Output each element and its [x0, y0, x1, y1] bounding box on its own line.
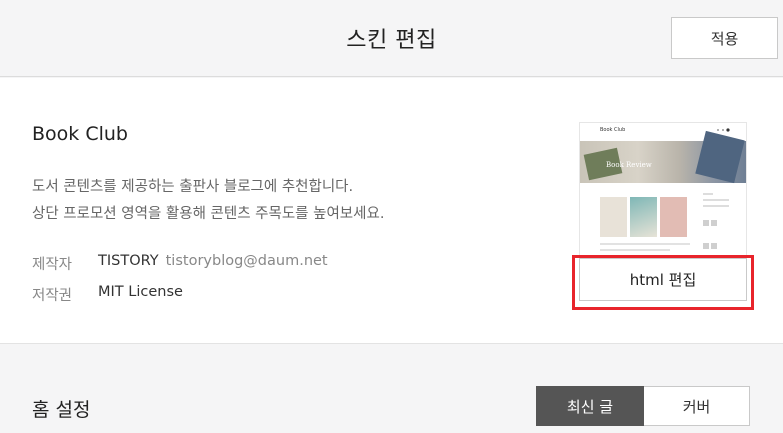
author-row: 제작자 TISTORY tistoryblog@daum.net	[32, 253, 328, 274]
description-line-1: 도서 콘텐츠를 제공하는 출판사 블로그에 추천합니다.	[32, 179, 354, 195]
skin-description: 도서 콘텐츠를 제공하는 출판사 블로그에 추천합니다. 상단 프로모션 영역을…	[32, 174, 384, 228]
sidebar-line	[703, 193, 713, 195]
thumbnail-card	[630, 197, 657, 237]
sidebar-line	[703, 205, 729, 207]
thumbnail-card	[600, 197, 627, 237]
top-bar: 스킨 편집 적용	[0, 0, 783, 77]
description-line-2: 상단 프로모션 영역을 활용해 콘텐츠 주목도를 높여보세요.	[32, 206, 385, 222]
cover-option[interactable]: 커버	[644, 386, 750, 426]
thumbnail-logo: Book Club	[600, 127, 626, 133]
thumbnail-sidebar	[703, 193, 729, 253]
latest-posts-option[interactable]: 최신 글	[536, 386, 644, 426]
author-name: TISTORY	[98, 253, 159, 269]
license-label: 저작권	[32, 288, 73, 304]
page-title: 스킨 편집	[346, 28, 437, 53]
author-label: 제작자	[32, 257, 73, 273]
skin-name: Book Club	[32, 123, 128, 145]
thumbnail-hero-text: Book Review	[606, 161, 652, 169]
html-edit-button[interactable]: html 편집	[579, 258, 747, 301]
home-mode-toggle: 최신 글 커버	[536, 386, 750, 426]
thumbnail-text-line	[600, 243, 690, 245]
thumbnail-cards	[600, 197, 687, 237]
thumbnail-card	[660, 197, 687, 237]
license-row: 저작권 MIT License	[32, 284, 183, 305]
license-value: MIT License	[98, 284, 183, 300]
author-email: tistoryblog@daum.net	[165, 253, 328, 269]
sidebar-thumb	[703, 220, 709, 226]
thumbnail-menu-icon	[717, 128, 730, 132]
skin-info-panel: Book Club 도서 콘텐츠를 제공하는 출판사 블로그에 추천합니다. 상…	[0, 78, 783, 344]
sidebar-thumb	[711, 220, 717, 226]
thumbnail-text-line	[600, 249, 670, 251]
apply-button[interactable]: 적용	[671, 17, 778, 59]
sidebar-line	[703, 199, 729, 201]
thumbnail-hero: Book Review	[580, 130, 746, 184]
sidebar-thumb	[703, 243, 709, 249]
home-settings-title: 홈 설정	[32, 399, 91, 421]
sidebar-thumb	[711, 243, 717, 249]
